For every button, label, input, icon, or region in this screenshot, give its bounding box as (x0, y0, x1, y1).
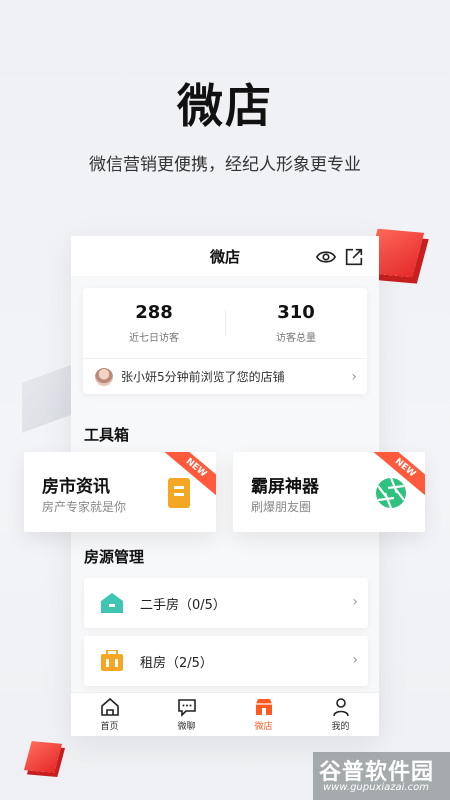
watermark-url: www.gupuxiazai.com (323, 782, 429, 793)
tool-desc: 刷爆朋友圈 (251, 500, 312, 514)
stat-value: 288 (135, 302, 173, 323)
tab-chat[interactable]: 微聊 (148, 693, 225, 736)
recent-visitor-text: 张小妍5分钟前浏览了您的店铺 (121, 370, 285, 384)
listing-row-second-hand[interactable]: 二手房（0/5） › (84, 578, 368, 628)
watermark: 谷普软件园 www.gupuxiazai.com (313, 752, 450, 800)
toolbox-title: 工具箱 (84, 426, 130, 444)
home-icon (100, 697, 119, 716)
tab-me[interactable]: 我的 (302, 693, 379, 736)
recent-visitor-row[interactable]: 张小妍5分钟前浏览了您的店铺 › (83, 358, 367, 394)
tab-home[interactable]: 首页 (71, 693, 148, 736)
avatar (95, 367, 113, 386)
house-icon (101, 593, 123, 613)
chat-icon (177, 699, 196, 717)
chevron-right-icon: › (352, 594, 358, 610)
tool-desc: 房产专家就是你 (42, 500, 127, 514)
user-icon (332, 698, 349, 717)
stat-label: 近七日访客 (129, 333, 179, 344)
eye-icon[interactable] (315, 246, 337, 268)
tool-name: 霸屏神器 (251, 477, 319, 497)
tab-shop[interactable]: 微店 (225, 693, 302, 736)
stat-weekly-visitors: 288 近七日访客 (83, 302, 225, 344)
app-header: 微店 (71, 236, 379, 276)
decorative-red-cube-small (23, 741, 63, 773)
shop-icon (255, 699, 272, 715)
briefcase-icon (101, 650, 123, 671)
tool-name: 房市资讯 (42, 477, 110, 497)
stat-total-visitors: 310 访客总量 (225, 302, 367, 344)
hero-title: 微店 (177, 79, 273, 133)
chevron-right-icon: › (351, 368, 357, 385)
tab-label: 微店 (254, 722, 273, 732)
page-title: 微店 (209, 247, 240, 266)
share-icon[interactable] (343, 246, 365, 268)
camera-aperture-icon (376, 477, 406, 509)
visitor-stats-card: 288 近七日访客 310 访客总量 张小妍5分钟前浏览了您的店铺 › (83, 288, 367, 394)
tab-label: 首页 (100, 722, 119, 732)
listing-label: 二手房（0/5） (140, 598, 226, 613)
hero-subtitle: 微信营销更便携，经纪人形象更专业 (89, 155, 361, 175)
stat-value: 310 (277, 302, 315, 323)
listings-title: 房源管理 (84, 548, 145, 566)
listing-label: 租房（2/5） (140, 656, 213, 671)
tab-label: 我的 (331, 722, 350, 732)
tab-label: 微聊 (177, 722, 196, 732)
tool-card-screen-tool[interactable]: 霸屏神器 刷爆朋友圈 NEW (233, 452, 425, 532)
stat-label: 访客总量 (276, 333, 316, 344)
chevron-right-icon: › (352, 652, 358, 668)
document-icon (168, 478, 190, 508)
bottom-tab-bar: 首页 微聊 微店 我的 (71, 692, 379, 736)
tool-card-market-news[interactable]: 房市资讯 房产专家就是你 NEW (24, 452, 216, 532)
listing-row-rental[interactable]: 租房（2/5） › (84, 636, 368, 686)
